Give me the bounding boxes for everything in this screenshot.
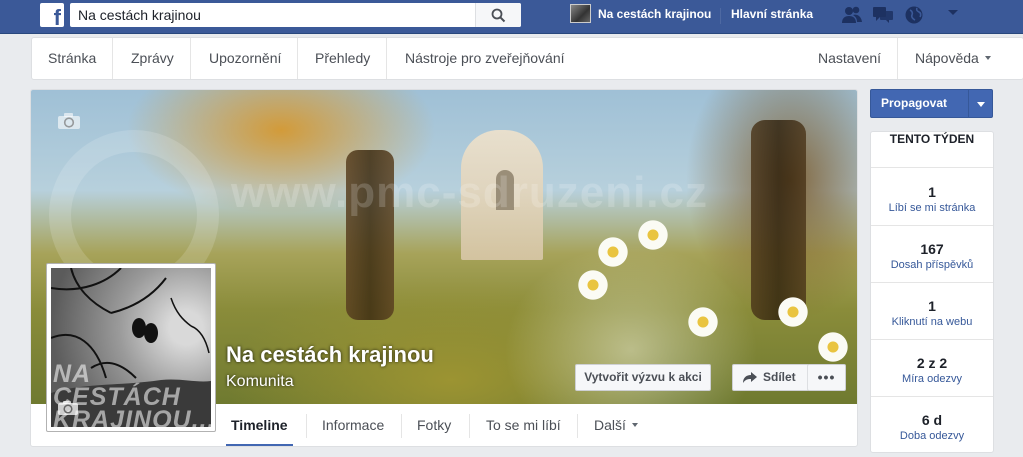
divider: [469, 414, 470, 438]
page-avatar-thumbnail[interactable]: [570, 4, 591, 23]
camera-icon[interactable]: [57, 400, 79, 416]
tab-more[interactable]: Další: [594, 404, 638, 446]
stat-label[interactable]: Kliknutí na webu: [871, 316, 993, 328]
tab-about[interactable]: Informace: [322, 404, 384, 446]
search-box: [70, 3, 521, 27]
daisy: [816, 330, 850, 364]
admin-help-menu[interactable]: Nápověda: [899, 38, 1007, 79]
stat-item[interactable]: 6 d Doba odezvy: [871, 397, 993, 454]
share-label: Sdílet: [763, 370, 796, 384]
friends-icon[interactable]: [841, 5, 863, 25]
admin-tab-page[interactable]: Stránka: [32, 38, 114, 79]
profile-image: NA CESTÁCH KRAJINOU...: [51, 268, 211, 427]
admin-tab-messages[interactable]: Zprávy: [115, 38, 191, 79]
page-link[interactable]: Na cestách krajinou: [598, 7, 711, 21]
panel-title: TENTO TÝDEN: [871, 132, 993, 168]
stat-value: 167: [920, 241, 944, 257]
camera-icon[interactable]: [57, 112, 81, 130]
divider: [306, 414, 307, 438]
admin-tab-insights[interactable]: Přehledy: [299, 38, 388, 79]
search-icon: [491, 8, 506, 23]
daisy: [776, 295, 810, 329]
share-button[interactable]: Sdílet: [732, 364, 809, 391]
stat-item[interactable]: 167 Dosah příspěvků: [871, 226, 993, 283]
tab-more-label: Další: [594, 417, 626, 433]
stat-value: 1: [928, 298, 936, 314]
search-button[interactable]: [475, 3, 521, 27]
help-label: Nápověda: [915, 50, 979, 66]
admin-settings-link[interactable]: Nastavení: [802, 38, 899, 79]
tab-timeline[interactable]: Timeline: [226, 404, 293, 446]
page-admin-nav: Stránka Zprávy Upozornění Přehledy Nástr…: [31, 37, 1023, 80]
home-link[interactable]: Hlavní stránka: [731, 7, 813, 21]
profile-picture[interactable]: NA CESTÁCH KRAJINOU...: [46, 263, 216, 432]
promote-label: Propagovat: [881, 96, 948, 110]
stat-item[interactable]: 2 z 2 Míra odezvy: [871, 340, 993, 397]
divider: [577, 414, 578, 438]
stat-item[interactable]: 1 Kliknutí na webu: [871, 283, 993, 340]
stat-value: 2 z 2: [916, 355, 948, 371]
stat-label[interactable]: Dosah příspěvků: [871, 259, 993, 271]
chevron-down-icon[interactable]: [968, 90, 992, 117]
daisy: [576, 268, 610, 302]
tab-likes[interactable]: To se mi líbí: [486, 404, 561, 446]
watermark-text: www.pmc-sdruzeni.cz: [231, 168, 709, 217]
account-menu-caret-icon[interactable]: [947, 9, 969, 29]
tab-photos[interactable]: Fotky: [417, 404, 451, 446]
daisy: [596, 235, 630, 269]
admin-tab-publishing-tools[interactable]: Nástroje pro zveřejňování: [389, 38, 581, 79]
stat-label[interactable]: Líbí se mi stránka: [871, 202, 993, 214]
page-header: www.pmc-sdruzeni.cz Na cestách krajinou …: [30, 89, 858, 447]
stat-item[interactable]: 1 Líbí se mi stránka: [871, 169, 993, 226]
page-title[interactable]: Na cestách krajinou: [226, 342, 434, 368]
stat-label[interactable]: Doba odezvy: [871, 430, 993, 442]
more-options-button[interactable]: •••: [807, 364, 846, 391]
stat-value: 6 d: [921, 412, 943, 428]
messages-icon[interactable]: [872, 5, 894, 25]
this-week-panel: TENTO TÝDEN 1 Líbí se mi stránka 167 Dos…: [870, 131, 994, 453]
create-call-to-action-button[interactable]: Vytvořit výzvu k akci: [575, 364, 711, 391]
daisy: [636, 218, 670, 252]
promote-button[interactable]: Propagovat: [870, 89, 993, 118]
profile-picture-text: NA CESTÁCH KRAJINOU...: [53, 362, 211, 428]
search-input[interactable]: [70, 3, 475, 27]
globe-icon[interactable]: [904, 5, 926, 25]
admin-tab-notifications[interactable]: Upozornění: [193, 38, 299, 79]
stat-value: 1: [928, 184, 936, 200]
divider: [401, 414, 402, 438]
divider: [720, 8, 721, 24]
facebook-logo[interactable]: f: [40, 3, 64, 27]
chevron-down-icon: [984, 56, 991, 61]
top-bar: f Na cestách krajinou Hlavní stránka: [0, 0, 1023, 34]
chevron-down-icon: [631, 423, 638, 428]
stat-label[interactable]: Míra odezvy: [871, 373, 993, 385]
tree-trunk: [751, 120, 806, 320]
daisy: [686, 305, 720, 339]
page-category[interactable]: Komunita: [226, 373, 294, 391]
share-arrow-icon: [743, 372, 757, 383]
